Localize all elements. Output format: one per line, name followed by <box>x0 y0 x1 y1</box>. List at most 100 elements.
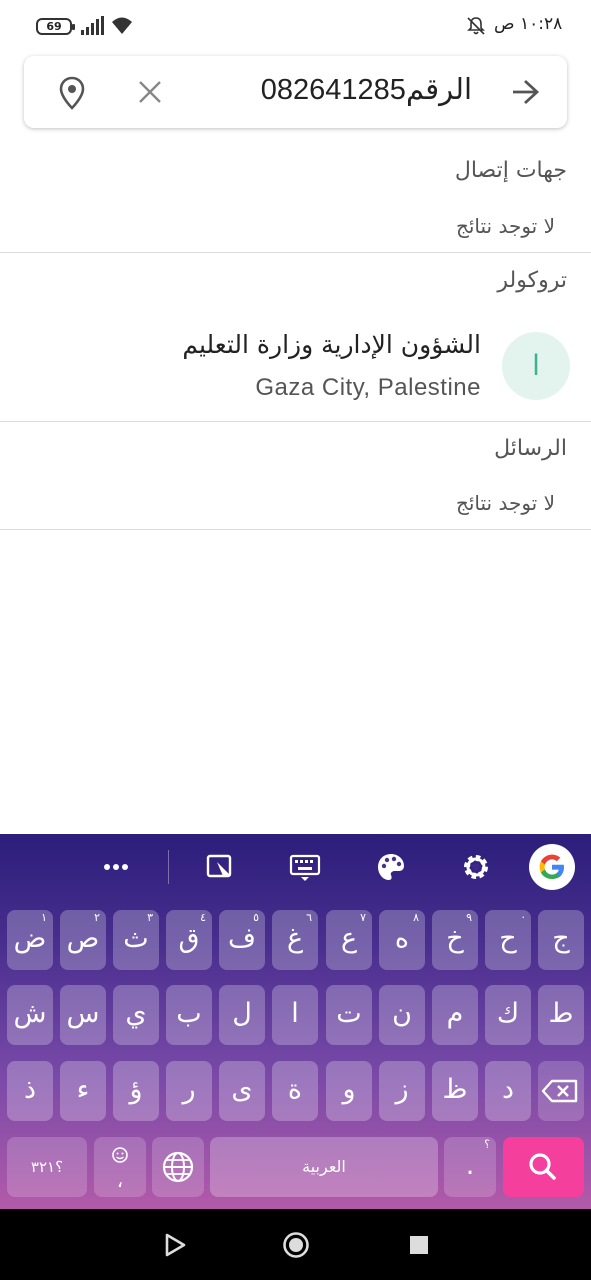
backspace-key[interactable] <box>538 1061 584 1121</box>
search-bar[interactable]: الرقم082641285 <box>24 56 567 128</box>
notifications-muted-icon <box>467 17 485 35</box>
key[interactable]: ه٨ <box>379 910 425 970</box>
space-key[interactable]: العربية <box>210 1137 438 1197</box>
key-label: ض <box>13 923 47 954</box>
keyboard-icon[interactable] <box>288 850 322 884</box>
key[interactable]: ش <box>7 985 53 1045</box>
language-key[interactable] <box>152 1137 204 1197</box>
key-hint: ١ <box>41 911 47 924</box>
key-label: ه <box>394 923 410 954</box>
location-pin-icon[interactable] <box>58 76 86 110</box>
key[interactable]: ف٥ <box>219 910 265 970</box>
key-hint: ؟ <box>484 1138 490 1151</box>
battery-icon: 69 <box>36 18 75 35</box>
key[interactable]: ز <box>379 1061 425 1121</box>
settings-icon[interactable] <box>459 850 493 884</box>
key[interactable]: ر <box>166 1061 212 1121</box>
key-hint: ٣ <box>147 911 153 924</box>
key-label: ع <box>340 923 358 954</box>
keyboard: ج ح · خ٩ ه٨ ع٧ غ٦ ف٥ ق٤ ث٣ ص٢ ض١ ط ك م ن … <box>0 834 591 1209</box>
home-icon[interactable] <box>282 1231 310 1259</box>
key[interactable]: ض١ <box>7 910 53 970</box>
list-item[interactable]: ا الشؤون الإدارية وزارة التعليم Gaza Cit… <box>0 318 591 418</box>
key[interactable]: س <box>60 985 106 1045</box>
key[interactable]: م <box>432 985 478 1045</box>
keyboard-toolbar <box>0 834 591 900</box>
toolbar-divider <box>168 850 169 884</box>
key-label: ج <box>552 923 570 954</box>
key[interactable]: ء <box>60 1061 106 1121</box>
key[interactable]: ص٢ <box>60 910 106 970</box>
key[interactable]: ع٧ <box>326 910 372 970</box>
key-label: غ <box>286 923 304 954</box>
key-label: ث <box>123 923 149 954</box>
theme-palette-icon[interactable] <box>374 850 408 884</box>
key[interactable]: و <box>326 1061 372 1121</box>
floating-keyboard-icon[interactable] <box>203 850 237 884</box>
key-label: خ <box>446 923 464 954</box>
section-title-contacts: جهات إتصال <box>454 158 567 183</box>
result-name: الشؤون الإدارية وزارة التعليم <box>182 330 481 359</box>
period-key[interactable]: . ؟ <box>444 1137 496 1197</box>
key-hint: ٩ <box>466 911 472 924</box>
section-title-messages: الرسائل <box>494 436 567 461</box>
key[interactable]: ي <box>113 985 159 1045</box>
key[interactable]: ب <box>166 985 212 1045</box>
section-title-truecaller: تروكولر <box>497 268 567 293</box>
key[interactable]: ط <box>538 985 584 1045</box>
contacts-no-results: لا توجد نتائج <box>455 214 555 238</box>
key[interactable]: ك <box>485 985 531 1045</box>
wifi-icon <box>112 17 132 34</box>
emoji-key[interactable]: ، <box>94 1137 146 1197</box>
key[interactable]: ت <box>326 985 372 1045</box>
search-icon <box>529 1153 556 1180</box>
google-button[interactable] <box>529 844 575 890</box>
back-icon[interactable] <box>164 1233 186 1257</box>
more-options-icon[interactable] <box>99 850 133 884</box>
key[interactable]: ظ <box>432 1061 478 1121</box>
key-hint: ٢ <box>94 911 100 924</box>
symbols-key[interactable]: ؟٣٢١ <box>7 1137 87 1197</box>
key[interactable]: ل <box>219 985 265 1045</box>
search-input[interactable]: الرقم082641285 <box>194 72 472 112</box>
key[interactable]: ؤ <box>113 1061 159 1121</box>
key[interactable]: ى <box>219 1061 265 1121</box>
key-hint: ٨ <box>413 911 419 924</box>
key-hint: ٥ <box>253 911 259 924</box>
globe-icon <box>162 1151 194 1183</box>
key-label: ق <box>178 923 200 954</box>
comma-label: ، <box>116 1168 124 1192</box>
messages-no-results: لا توجد نتائج <box>455 491 555 515</box>
divider <box>0 421 591 422</box>
key[interactable]: د <box>485 1061 531 1121</box>
key[interactable]: ن <box>379 985 425 1045</box>
recents-icon[interactable] <box>410 1236 428 1254</box>
clear-icon[interactable] <box>136 78 164 106</box>
arrow-forward-icon[interactable] <box>510 78 540 106</box>
result-location: Gaza City, Palestine <box>255 374 481 401</box>
key[interactable]: ج <box>538 910 584 970</box>
key-label: ف <box>228 923 256 954</box>
key-hint: ٧ <box>360 911 366 924</box>
avatar: ا <box>502 332 570 400</box>
backspace-icon <box>541 1079 578 1103</box>
key[interactable]: ة <box>272 1061 318 1121</box>
key-hint: · <box>521 911 526 924</box>
key-label: ح <box>499 923 517 954</box>
key[interactable]: ا <box>272 985 318 1045</box>
key[interactable]: خ٩ <box>432 910 478 970</box>
navigation-bar <box>0 1209 591 1280</box>
key-hint: ٤ <box>200 911 206 924</box>
divider <box>0 252 591 253</box>
key[interactable]: ح · <box>485 910 531 970</box>
period-label: . <box>465 1150 475 1181</box>
key[interactable]: ث٣ <box>113 910 159 970</box>
key[interactable]: ق٤ <box>166 910 212 970</box>
key-hint: ٦ <box>306 911 312 924</box>
key[interactable]: ذ <box>7 1061 53 1121</box>
google-icon <box>539 854 564 879</box>
status-bar: 69 ١٠:٢٨ ص <box>0 0 591 52</box>
key[interactable]: غ٦ <box>272 910 318 970</box>
status-time: ١٠:٢٨ ص <box>494 14 563 34</box>
search-key[interactable] <box>503 1137 584 1197</box>
